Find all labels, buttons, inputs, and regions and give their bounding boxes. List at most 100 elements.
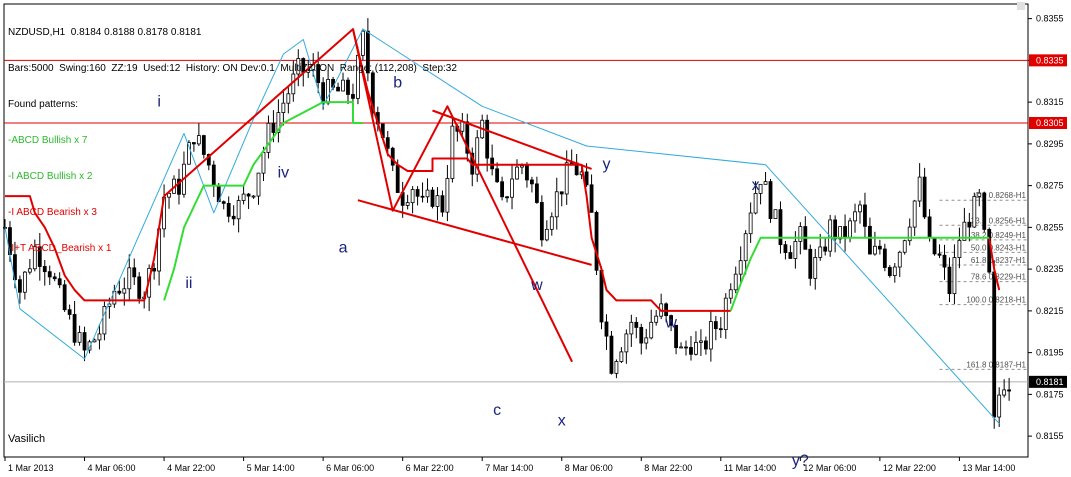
x-tick-label: 5 Mar 14:00 <box>247 463 295 473</box>
fib-level-label: 61.8 0.8237-H1 <box>971 256 1027 265</box>
candle-body <box>614 361 619 374</box>
candle-body <box>694 341 698 355</box>
candle-body <box>495 168 500 183</box>
candle-body <box>594 211 599 271</box>
candle-body <box>97 333 102 341</box>
candle-body <box>703 340 708 350</box>
candle-body <box>72 314 77 343</box>
chart-scroll-button[interactable] <box>1017 2 1025 10</box>
candle-body <box>534 183 539 203</box>
candle-body <box>843 226 847 238</box>
candle-body <box>47 271 52 278</box>
candle-body <box>1002 389 1007 396</box>
x-tick-label: 12 Mar 06:00 <box>803 463 856 473</box>
candle-body <box>877 245 882 250</box>
x-tick-label: 13 Mar 14:00 <box>962 463 1015 473</box>
candle-body <box>500 181 504 198</box>
candle-body <box>62 284 67 311</box>
candle-body <box>947 266 952 295</box>
candle-body <box>604 321 609 337</box>
candle-body <box>823 246 828 252</box>
candle-body <box>813 257 818 279</box>
y-tick-label: 0.8255 <box>1036 222 1064 232</box>
candle-body <box>520 165 524 168</box>
candle-body <box>927 216 932 239</box>
candle-body <box>559 191 564 195</box>
candle-body <box>505 196 509 199</box>
candle-body <box>967 221 972 228</box>
y-tick-label: 0.8155 <box>1036 431 1064 441</box>
current-price-box-label: 0.8181 <box>1036 377 1064 387</box>
candle-body <box>644 337 649 344</box>
candle-body <box>922 176 927 218</box>
chart-info-panel: NZDUSD,H1 0.8184 0.8188 0.8178 0.8181 Ba… <box>8 3 457 267</box>
candle-body <box>510 178 514 198</box>
candle-body <box>624 333 629 353</box>
pattern-i-abcd-bearish: -I ABCD Bearish x 3 <box>8 207 97 218</box>
y-tick-label: 0.8215 <box>1036 306 1064 316</box>
candle-body <box>649 321 654 339</box>
candle-body <box>937 253 942 256</box>
y-tick-label: 0.8295 <box>1036 139 1064 149</box>
x-tick-label: 1 Mar 2013 <box>8 463 54 473</box>
candle-body <box>515 166 519 180</box>
candle-body <box>897 251 902 268</box>
candle-body <box>82 332 87 351</box>
candle-body <box>679 346 683 349</box>
candle-body <box>117 290 122 294</box>
candle-body <box>525 165 529 181</box>
candle-body <box>77 332 82 343</box>
candle-body <box>733 273 738 291</box>
candle-body <box>1007 389 1012 392</box>
candle-body <box>549 216 554 230</box>
candle-body <box>460 121 465 132</box>
candle-body <box>743 233 748 262</box>
candle-body <box>912 200 917 228</box>
x-tick-label: 11 Mar 14:00 <box>724 463 776 473</box>
candle-body <box>858 204 862 213</box>
candle-body <box>773 209 778 219</box>
candle-body <box>713 321 718 330</box>
candle-body <box>92 339 97 343</box>
candle-body <box>902 240 907 253</box>
fib-level-label: 78.6 0.8229-H1 <box>971 273 1027 282</box>
y-tick-label: 0.8195 <box>1036 348 1064 358</box>
fib-level-label: 50.0 0.8243-H1 <box>971 243 1027 252</box>
candle-body <box>853 211 857 222</box>
candle-body <box>152 267 157 272</box>
candle-body <box>977 192 982 197</box>
candle-body <box>748 212 753 235</box>
candle-body <box>768 181 773 219</box>
fib-level-label: 100.0 0.8218-H1 <box>966 296 1026 305</box>
candle-body <box>997 394 1002 418</box>
candle-body <box>639 327 644 344</box>
candle-body <box>957 239 962 258</box>
candle-body <box>699 340 703 343</box>
chart-title: NZDUSD,H1 0.8184 0.8188 0.8178 0.8181 <box>8 27 202 38</box>
candle-body <box>42 266 47 273</box>
candle-body <box>18 279 22 293</box>
candle-body <box>609 335 614 374</box>
level-price-box-label: 0.8335 <box>1036 55 1064 65</box>
candle-body <box>619 351 624 362</box>
candle-body <box>589 184 594 213</box>
candle-body <box>554 191 559 218</box>
found-patterns-label: Found patterns: <box>8 99 79 110</box>
candle-body <box>490 157 495 170</box>
candle-body <box>708 321 713 350</box>
candle-body <box>52 276 57 280</box>
candle-body <box>544 228 549 241</box>
wave-label: ii <box>185 275 192 292</box>
x-tick-label: 8 Mar 06:00 <box>565 463 613 473</box>
candle-body <box>530 179 534 185</box>
wave-label: y <box>602 156 610 173</box>
candle-body <box>564 162 569 195</box>
y-tick-label: 0.8175 <box>1036 389 1064 399</box>
candle-body <box>932 237 937 255</box>
x-tick-label: 6 Mar 22:00 <box>406 463 454 473</box>
candle-body <box>485 119 490 159</box>
candle-body <box>793 241 798 259</box>
candle-body <box>917 176 922 202</box>
candle-body <box>132 267 137 278</box>
y-tick-label: 0.8355 <box>1036 14 1064 24</box>
